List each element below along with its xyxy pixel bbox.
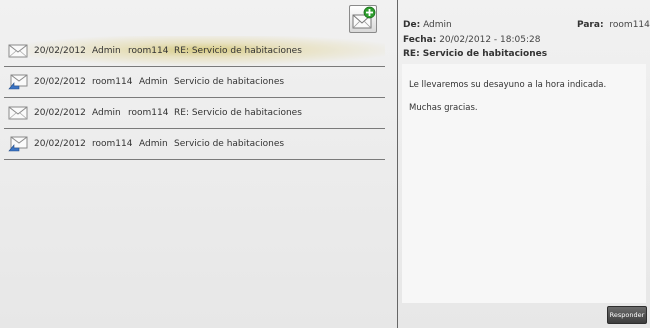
to-value: room114 [609, 20, 650, 30]
envelope-sent-icon [8, 135, 28, 153]
message-date: 20/02/2012 [34, 77, 86, 87]
message-from: Admin [92, 108, 121, 118]
message-row[interactable]: 20/02/2012 room114 Admin Servicio de hab… [4, 129, 385, 160]
message-to: room114 [128, 108, 169, 118]
date-header: Fecha: 20/02/2012 - 18:05:28 [403, 35, 540, 46]
from-value: Admin [423, 20, 452, 30]
message-to: Admin [139, 77, 168, 87]
from-header: De: Admin [403, 20, 452, 31]
message-list: 20/02/2012 Admin room114 RE: Servicio de… [4, 36, 385, 160]
new-mail-icon [352, 6, 376, 29]
message-subject: Servicio de habitaciones [174, 77, 285, 87]
message-row[interactable]: 20/02/2012 Admin room114 RE: Servicio de… [4, 98, 385, 129]
reply-button[interactable]: Responder [607, 306, 647, 324]
date-label: Fecha: [403, 35, 437, 45]
message-date: 20/02/2012 [34, 108, 86, 118]
body-paragraph: Le llevaremos su desayuno a la hora indi… [409, 80, 607, 90]
message-date: 20/02/2012 [34, 46, 86, 56]
to-label: Para: [577, 20, 604, 30]
message-list-panel: 20/02/2012 Admin room114 RE: Servicio de… [0, 0, 398, 328]
to-header: Para: room114 [577, 20, 650, 31]
message-date: 20/02/2012 [34, 139, 86, 149]
message-subject: RE: Servicio de habitaciones [174, 46, 302, 56]
message-subject: RE: Servicio de habitaciones [174, 108, 302, 118]
message-subject-heading: RE: Servicio de habitaciones [403, 49, 548, 59]
message-detail-panel: De: Admin Para: room114 Fecha: 20/02/201… [398, 0, 650, 328]
compose-button[interactable] [349, 5, 377, 33]
message-from: room114 [92, 139, 133, 149]
from-label: De: [403, 20, 421, 30]
envelope-sent-icon [8, 73, 28, 91]
message-from: room114 [92, 77, 133, 87]
message-to: Admin [139, 139, 168, 149]
envelope-icon [8, 104, 28, 122]
message-from: Admin [92, 46, 121, 56]
message-to: room114 [128, 46, 169, 56]
message-row[interactable]: 20/02/2012 Admin room114 RE: Servicio de… [4, 36, 385, 67]
message-row[interactable]: 20/02/2012 room114 Admin Servicio de hab… [4, 67, 385, 98]
message-body: Le llevaremos su desayuno a la hora indi… [402, 64, 646, 303]
body-paragraph: Muchas gracias. [409, 103, 478, 113]
date-value: 20/02/2012 - 18:05:28 [439, 35, 541, 45]
envelope-icon [8, 42, 28, 60]
message-subject: Servicio de habitaciones [174, 139, 285, 149]
